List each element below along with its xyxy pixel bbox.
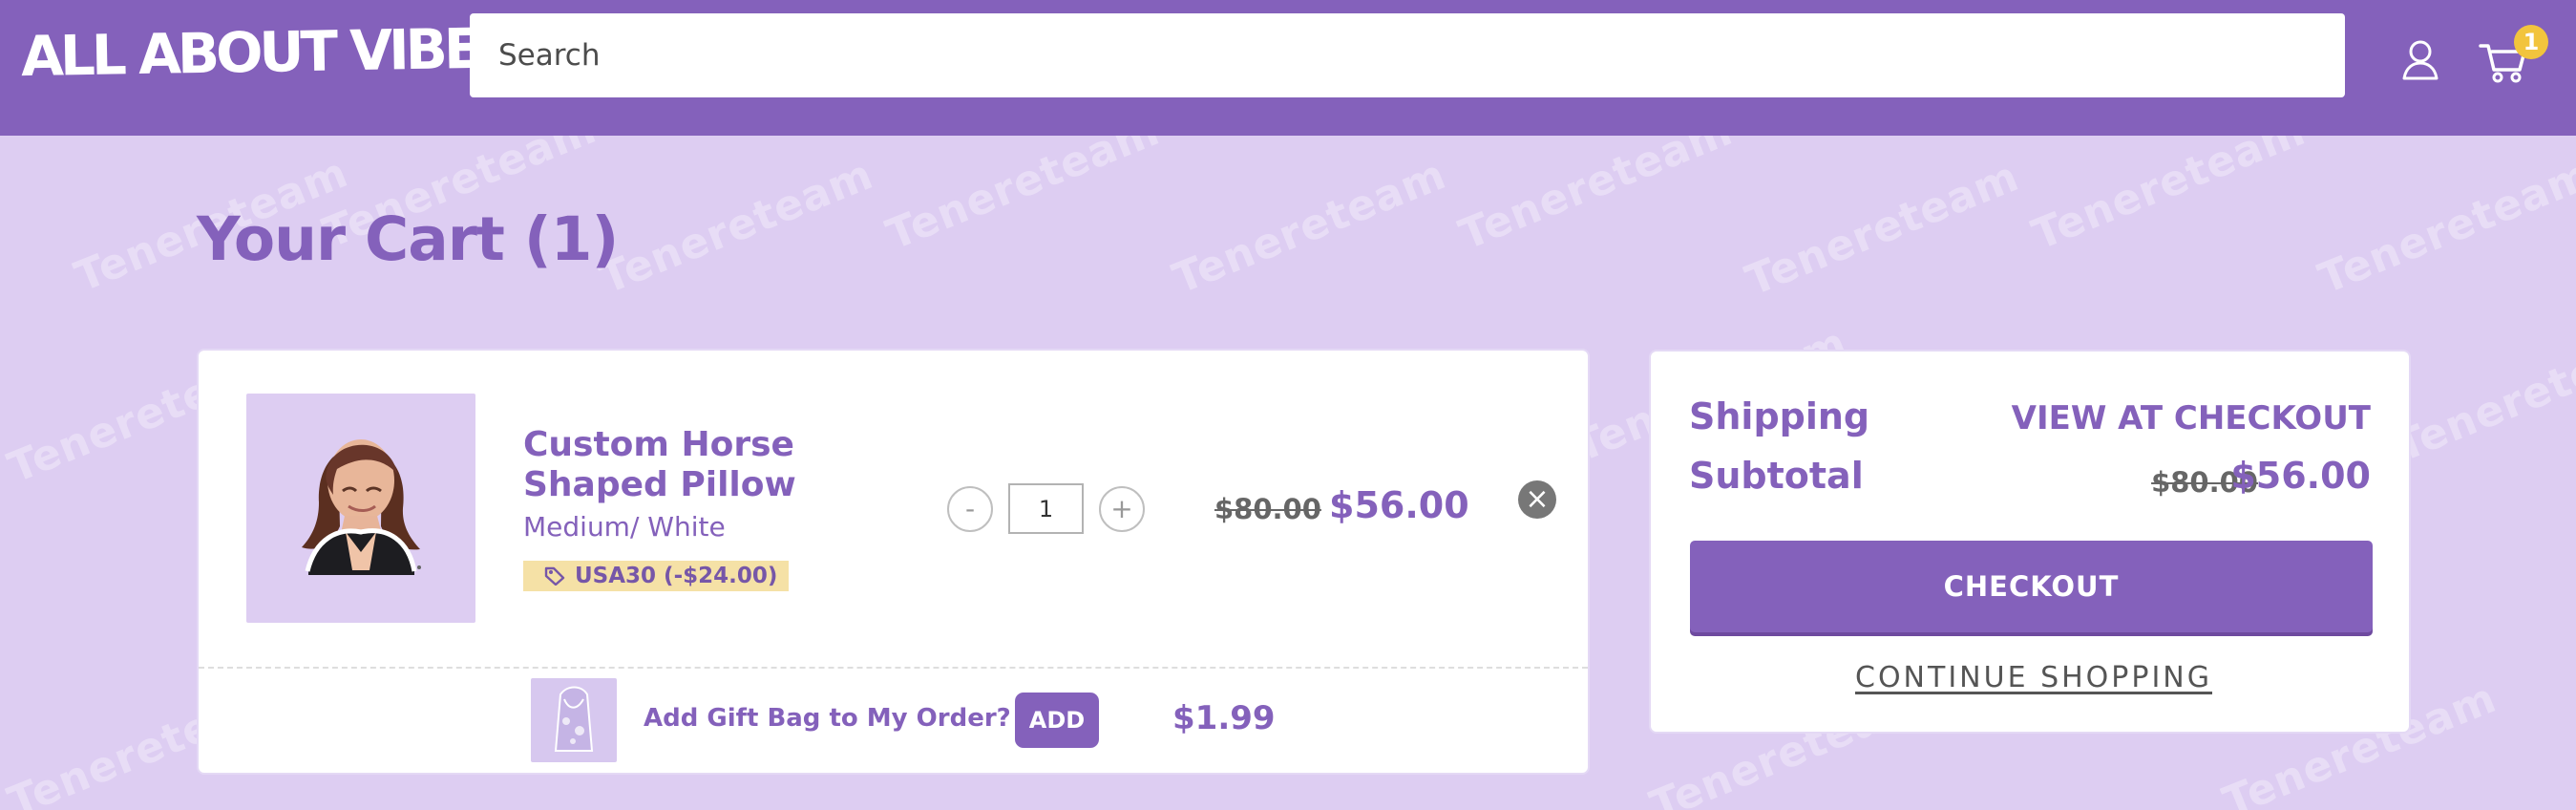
cart-items-panel: Custom Horse Shaped Pillow Medium/ White… xyxy=(197,349,1590,775)
order-summary-panel: Shipping VIEW AT CHECKOUT Subtotal $80.0… xyxy=(1649,350,2411,734)
subtotal-sale-price: $56.00 xyxy=(2230,455,2371,497)
user-icon xyxy=(2402,40,2439,80)
site-header: ALL ABOUT VIBE 1 xyxy=(0,0,2576,136)
cart-divider xyxy=(199,667,1588,669)
shipping-value: VIEW AT CHECKOUT xyxy=(2011,399,2371,437)
cart-count-badge: 1 xyxy=(2514,25,2548,59)
add-gift-bag-button[interactable]: ADD xyxy=(1015,693,1099,748)
product-photo xyxy=(302,439,421,575)
quantity-input[interactable] xyxy=(1008,483,1084,534)
gift-bag-image xyxy=(531,678,617,762)
decrease-quantity-button[interactable]: - xyxy=(947,485,993,532)
product-title[interactable]: Custom Horse Shaped Pillow xyxy=(523,425,838,505)
sale-price: $56.00 xyxy=(1329,484,1469,526)
checkout-button[interactable]: CHECKOUT xyxy=(1690,541,2373,632)
gift-bag-label: Add Gift Bag to My Order? xyxy=(644,704,1011,733)
original-price: $80.00 xyxy=(1214,493,1321,525)
tag-icon xyxy=(544,566,565,586)
continue-shopping-link[interactable]: CONTINUE SHOPPING xyxy=(1855,661,2212,694)
watermark-text: Tenereteam xyxy=(2312,150,2576,304)
product-image[interactable] xyxy=(246,394,475,623)
watermark-text: Tenereteam xyxy=(593,150,880,304)
gift-bag-icon xyxy=(554,686,594,752)
search-input[interactable] xyxy=(496,37,2345,74)
shipping-label: Shipping xyxy=(1689,395,1870,437)
increase-quantity-button[interactable]: + xyxy=(1099,485,1145,532)
remove-item-button[interactable]: × xyxy=(1518,480,1556,519)
watermark-text: Tenereteam xyxy=(1166,150,1453,304)
product-variant: Medium/ White xyxy=(523,511,726,543)
watermark-text: Tenereteam xyxy=(2388,318,2576,472)
discount-label: USA30 (-$24.00) xyxy=(575,564,778,588)
page-title: Your Cart (1) xyxy=(197,204,619,274)
brand-logo[interactable]: ALL ABOUT VIBE xyxy=(20,16,478,89)
close-icon: × xyxy=(1525,482,1550,516)
quantity-stepper: - + xyxy=(947,483,1145,534)
subtotal-label: Subtotal xyxy=(1689,455,1864,497)
search-box[interactable] xyxy=(470,13,2345,97)
gift-bag-price: $1.99 xyxy=(1172,699,1276,737)
watermark-text: Tenereteam xyxy=(1739,152,2026,306)
account-button[interactable] xyxy=(2387,27,2454,94)
discount-badge: USA30 (-$24.00) xyxy=(523,561,789,591)
